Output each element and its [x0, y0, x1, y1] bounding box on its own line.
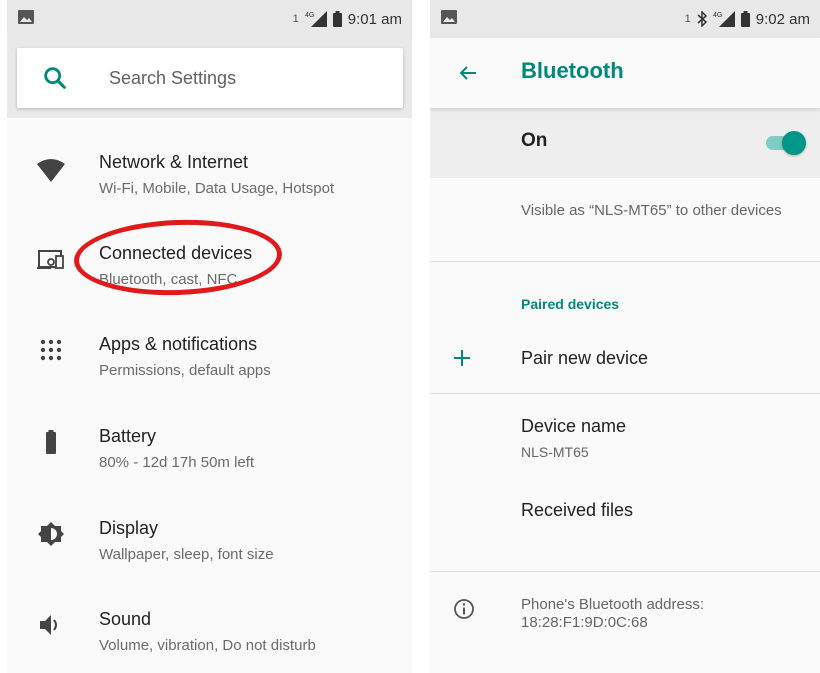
settings-item-title: Network & Internet — [99, 152, 249, 172]
settings-item-subtitle: Volume, vibration, Do not disturb — [99, 637, 316, 654]
signal-icon: 4G — [305, 11, 327, 27]
sim-indicator: 1 — [292, 13, 299, 25]
back-arrow-icon[interactable] — [456, 61, 480, 85]
info-icon — [454, 599, 474, 619]
settings-item-apps[interactable]: Apps & notifications Permissions, defaul… — [7, 320, 412, 404]
search-bar[interactable]: Search Settings — [17, 48, 403, 108]
devices-icon — [37, 250, 64, 269]
bluetooth-address-value: 18:28:F1:9D:0C:68 — [521, 614, 648, 631]
settings-item-subtitle: Permissions, default apps — [99, 362, 271, 379]
bluetooth-screen: 1 4G 9:02 am Bluetooth On Visible as “NL… — [430, 0, 820, 673]
settings-item-subtitle: Wallpaper, sleep, font size — [99, 546, 274, 563]
search-icon — [44, 67, 66, 89]
brightness-icon — [38, 522, 64, 546]
sim-indicator: 1 — [684, 13, 691, 25]
settings-item-title: Battery — [99, 426, 157, 446]
battery-status-icon — [740, 11, 750, 27]
clock: 9:01 am — [347, 10, 402, 28]
wifi-icon — [37, 159, 65, 182]
bluetooth-switch[interactable] — [764, 131, 806, 155]
device-name-row[interactable]: Device name NLS-MT65 — [430, 396, 820, 476]
bluetooth-status-icon — [697, 11, 707, 27]
signal-icon: 4G — [713, 11, 735, 27]
battery-icon — [46, 430, 56, 454]
image-notification-icon — [18, 10, 34, 24]
device-name-value: NLS-MT65 — [521, 444, 589, 460]
settings-item-title: Display — [99, 518, 159, 538]
plus-icon — [454, 350, 470, 366]
bluetooth-address-label: Phone's Bluetooth address: — [521, 596, 704, 613]
network-type: 4G — [305, 12, 314, 19]
pair-new-device-row[interactable]: Pair new device — [430, 328, 820, 390]
status-bar: 1 4G 9:01 am — [7, 0, 412, 38]
search-placeholder: Search Settings — [109, 67, 237, 88]
battery-status-icon — [332, 11, 342, 27]
bluetooth-content: Visible as “NLS-MT65” to other devices P… — [430, 178, 820, 668]
toggle-label: On — [521, 130, 548, 151]
settings-item-title: Apps & notifications — [99, 334, 258, 354]
received-files-label: Received files — [521, 500, 634, 520]
settings-item-sound[interactable]: Sound Volume, vibration, Do not disturb — [7, 595, 412, 673]
clock: 9:02 am — [755, 10, 810, 28]
bluetooth-toggle-row[interactable]: On — [430, 108, 820, 178]
page-title: Bluetooth — [521, 58, 624, 83]
device-name-label: Device name — [521, 416, 627, 436]
volume-icon — [40, 615, 57, 635]
settings-screen: 1 4G 9:01 am Search Settings Network & I… — [7, 0, 412, 673]
paired-devices-header: Paired devices — [521, 296, 620, 312]
apps-grid-icon — [40, 339, 62, 361]
settings-item-subtitle: Wi-Fi, Mobile, Data Usage, Hotspot — [99, 180, 335, 197]
settings-item-title: Sound — [99, 609, 152, 629]
divider — [430, 393, 820, 394]
settings-item-subtitle: 80% - 12d 17h 50m left — [99, 454, 255, 471]
image-notification-icon — [441, 10, 457, 24]
settings-item-network[interactable]: Network & Internet Wi-Fi, Mobile, Data U… — [7, 138, 412, 222]
app-bar: Bluetooth — [430, 38, 820, 108]
switch-knob — [782, 131, 806, 155]
received-files-row[interactable]: Received files — [430, 486, 820, 542]
visible-as-text: Visible as “NLS-MT65” to other devices — [521, 202, 782, 219]
status-bar: 1 4G 9:02 am — [430, 0, 820, 38]
settings-item-battery[interactable]: Battery 80% - 12d 17h 50m left — [7, 412, 412, 496]
network-type: 4G — [713, 12, 722, 19]
search-area: Search Settings — [7, 38, 412, 118]
divider — [430, 261, 820, 262]
divider — [430, 571, 820, 572]
pair-new-device-label: Pair new device — [521, 348, 649, 368]
settings-item-display[interactable]: Display Wallpaper, sleep, font size — [7, 504, 412, 588]
